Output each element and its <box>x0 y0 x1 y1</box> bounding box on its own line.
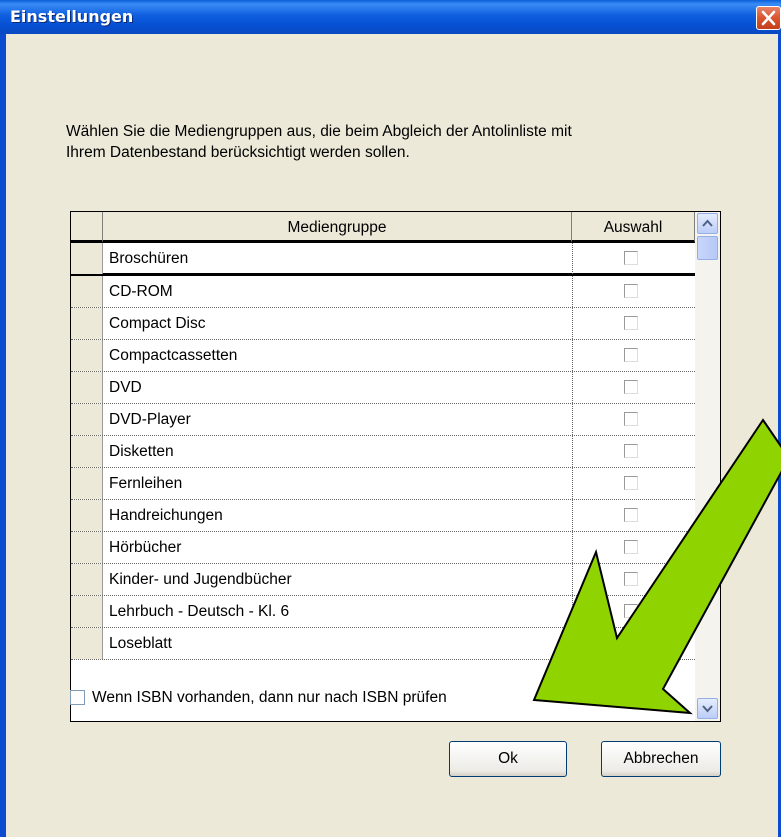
settings-dialog: Einstellungen Wählen Sie die Mediengrupp… <box>0 0 781 837</box>
annotation-arrow-icon <box>532 418 781 715</box>
